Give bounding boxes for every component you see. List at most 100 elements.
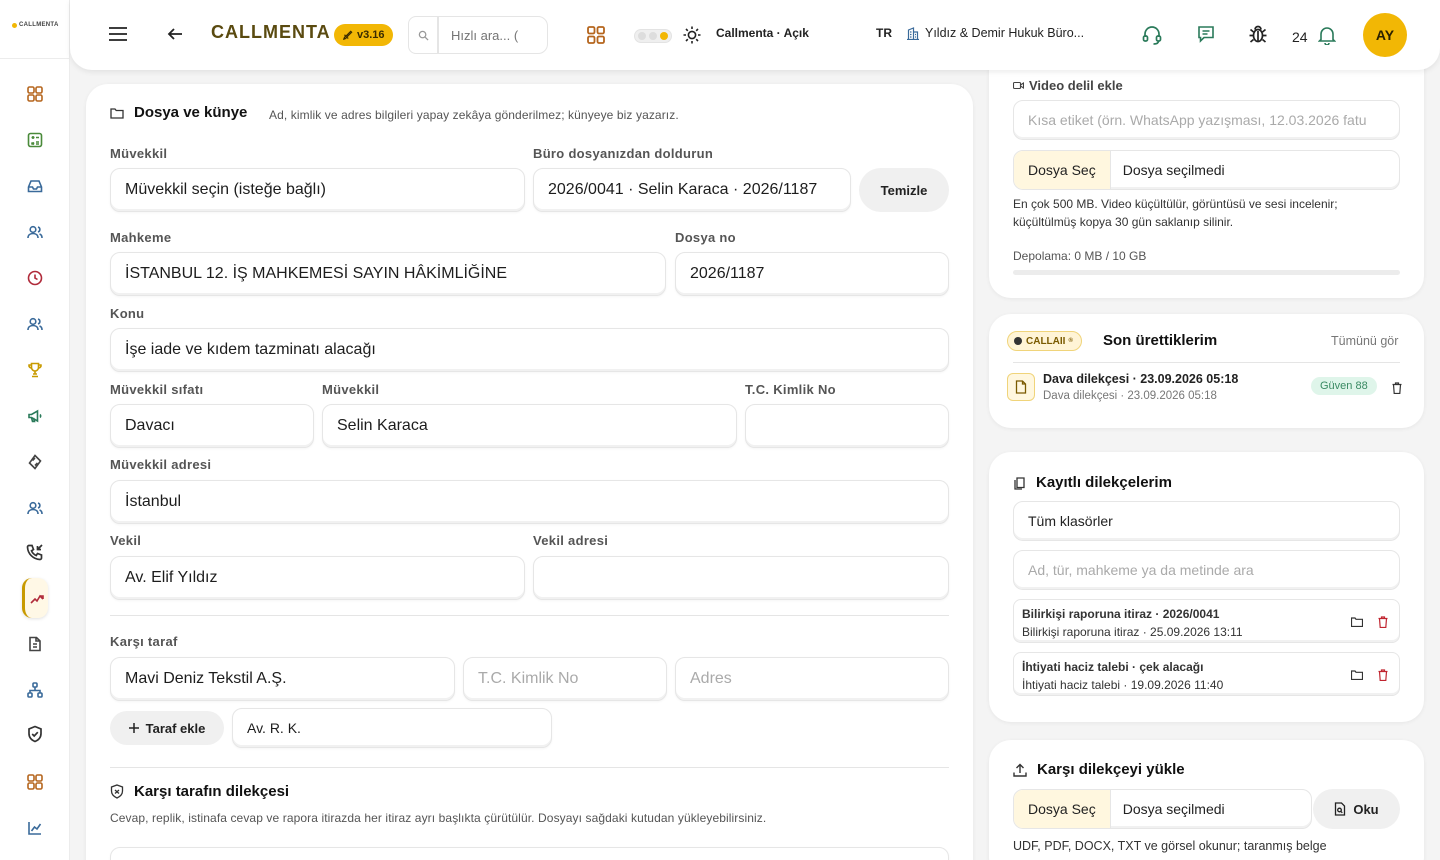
users-icon[interactable] [23, 220, 47, 244]
client-address-label: Müvekkil adresi [110, 457, 212, 472]
version-badge: v3.16 [334, 24, 393, 46]
folder-icon[interactable] [1351, 617, 1363, 627]
storage-text: Depolama: 0 MB / 10 GB [1013, 249, 1147, 263]
court-input[interactable]: İSTANBUL 12. İŞ MAHKEMESİ SAYIN HÂKİMLİĞ… [110, 252, 666, 296]
recent-card: CALLAII ® Son ürettiklerim Tümünü gör Dav… [989, 314, 1424, 428]
search-icon[interactable] [408, 16, 438, 54]
client-address-input[interactable]: İstanbul [110, 480, 949, 524]
clipboard-icon [1014, 476, 1025, 490]
logo-mark-icon [12, 22, 17, 28]
clear-button[interactable]: Temizle [859, 168, 949, 212]
top-header: CALLMENTA v3.16 Callmenta · Açık TR Yıld… [70, 0, 1440, 70]
section-divider-2 [110, 767, 949, 768]
attorney-address-label: Vekil adresi [533, 533, 609, 548]
list-item[interactable]: Bilirkişi raporuna itiraz · 2026/0041 Bi… [1013, 599, 1400, 643]
shield-icon[interactable] [23, 722, 47, 746]
trash-icon[interactable] [1378, 669, 1388, 681]
read-button[interactable]: Oku [1313, 789, 1400, 829]
chart-icon[interactable] [23, 816, 47, 840]
gavel-icon[interactable] [22, 578, 48, 618]
choose-file-button[interactable]: Dosya Seç [1014, 790, 1111, 828]
back-arrow-icon[interactable] [167, 26, 183, 42]
see-all-link[interactable]: Tümünü gör [1331, 334, 1398, 348]
language-switch[interactable]: TR [876, 26, 892, 40]
brain-icon [1014, 337, 1022, 345]
rail-logo[interactable]: CALLMENTA [12, 22, 59, 28]
shield-x-icon [110, 784, 124, 799]
client-role-label: Müvekkil sıfatı [110, 382, 204, 397]
clock-icon[interactable] [23, 266, 47, 290]
tc-input[interactable] [745, 404, 949, 448]
document-icon [1007, 373, 1035, 401]
sitemap-icon[interactable] [23, 678, 47, 702]
office-file-label: Büro dosyanızdan doldurun [533, 146, 714, 161]
client-role-select[interactable]: Davacı [110, 404, 314, 448]
video-note: En çok 500 MB. Video küçültülür, görüntü… [1013, 197, 1338, 229]
opposing-tc-input[interactable]: T.C. Kimlik No [463, 657, 667, 701]
petition-textarea[interactable] [110, 847, 949, 860]
upload-card: Karşı dilekçeyi yükle Dosya Seç Dosya se… [989, 740, 1424, 860]
folder-select[interactable]: Tüm klasörler [1013, 501, 1400, 541]
office-file-select[interactable]: 2026/0041 · Selin Karaca · 2026/1187 [533, 168, 851, 212]
client-name-label: Müvekkil [322, 382, 380, 397]
theme-toggle[interactable] [634, 29, 672, 43]
chat-icon[interactable] [1196, 24, 1216, 44]
sun-icon[interactable] [682, 25, 702, 45]
document-icon[interactable] [23, 632, 47, 656]
calculator-icon[interactable] [23, 128, 47, 152]
attorney-input[interactable]: Av. Elif Yıldız [110, 556, 525, 600]
toggle-knob-on [660, 32, 668, 40]
bell-icon[interactable] [1318, 25, 1336, 45]
team-icon[interactable] [23, 496, 47, 520]
upload-icon [1013, 763, 1027, 777]
client-select[interactable]: Müvekkil seçin (isteğe bağlı) [110, 168, 525, 212]
apps-grid-icon[interactable] [586, 25, 606, 45]
video-label-input[interactable]: Kısa etiket (örn. WhatsApp yazışması, 12… [1013, 100, 1400, 140]
contacts-icon[interactable] [23, 312, 47, 336]
connection-status: Callmenta · Açık [716, 26, 809, 40]
folder-icon[interactable] [1351, 670, 1363, 680]
brand-title[interactable]: CALLMENTA [211, 22, 331, 43]
headset-icon[interactable] [1141, 24, 1163, 46]
puzzle-icon[interactable] [23, 450, 47, 474]
upload-file-input[interactable]: Dosya Seç Dosya seçilmedi [1013, 789, 1312, 829]
saved-search-input[interactable]: Ad, tür, mahkeme ya da metinde ara [1013, 550, 1400, 590]
video-title: Video delil ekle [1013, 78, 1123, 93]
toggle-knob-off [638, 32, 646, 40]
saved-petitions-card: Kayıtlı dilekçelerim Tüm klasörler Ad, t… [989, 452, 1424, 722]
subject-label: Konu [110, 306, 145, 321]
subject-input[interactable]: İşe iade ve kıdem tazminatı alacağı [110, 328, 949, 372]
menu-icon[interactable] [108, 25, 128, 43]
opposing-attorney-input[interactable]: Av. R. K. [232, 708, 552, 748]
add-party-button[interactable]: Taraf ekle [110, 711, 224, 745]
recent-item-title[interactable]: Dava dilekçesi · 23.09.2026 05:18 [1043, 372, 1238, 386]
video-file-input[interactable]: Dosya Seç Dosya seçilmedi [1013, 150, 1400, 190]
video-camera-icon [1013, 81, 1024, 90]
recent-item-subtitle: Dava dilekçesi · 23.09.2026 05:18 [1043, 390, 1217, 402]
left-rail: CALLMENTA [0, 0, 70, 860]
trash-icon[interactable] [1378, 616, 1388, 628]
call-log-icon[interactable] [23, 540, 47, 564]
dashboard-icon[interactable] [23, 82, 47, 106]
inbox-icon[interactable] [23, 174, 47, 198]
toggle-knob-off [649, 32, 657, 40]
office-selector[interactable]: Yıldız & Demir Hukuk Büro... [907, 26, 1084, 40]
bug-icon[interactable] [1247, 23, 1269, 45]
grid-icon[interactable] [23, 770, 47, 794]
megaphone-icon[interactable] [23, 404, 47, 428]
opposing-party-input[interactable]: Mavi Deniz Tekstil A.Ş. [110, 657, 455, 701]
file-name-text: Dosya seçilmedi [1122, 162, 1225, 178]
choose-file-button[interactable]: Dosya Seç [1014, 151, 1111, 189]
section-title-case: Dosya ve künye [110, 104, 247, 121]
main-card: Dosya ve künye Ad, kimlik ve adres bilgi… [86, 84, 973, 860]
trophy-icon[interactable] [23, 358, 47, 382]
client-name-input[interactable]: Selin Karaca [322, 404, 737, 448]
case-no-label: Dosya no [675, 230, 736, 245]
attorney-address-input[interactable] [533, 556, 949, 600]
list-item[interactable]: İhtiyati haciz talebi · çek alacağı İhti… [1013, 652, 1400, 696]
search-input[interactable] [438, 16, 548, 54]
case-no-input[interactable]: 2026/1187 [675, 252, 949, 296]
opposing-address-input[interactable]: Adres [675, 657, 949, 701]
trash-icon[interactable] [1392, 382, 1402, 394]
avatar[interactable]: AY [1363, 13, 1407, 57]
